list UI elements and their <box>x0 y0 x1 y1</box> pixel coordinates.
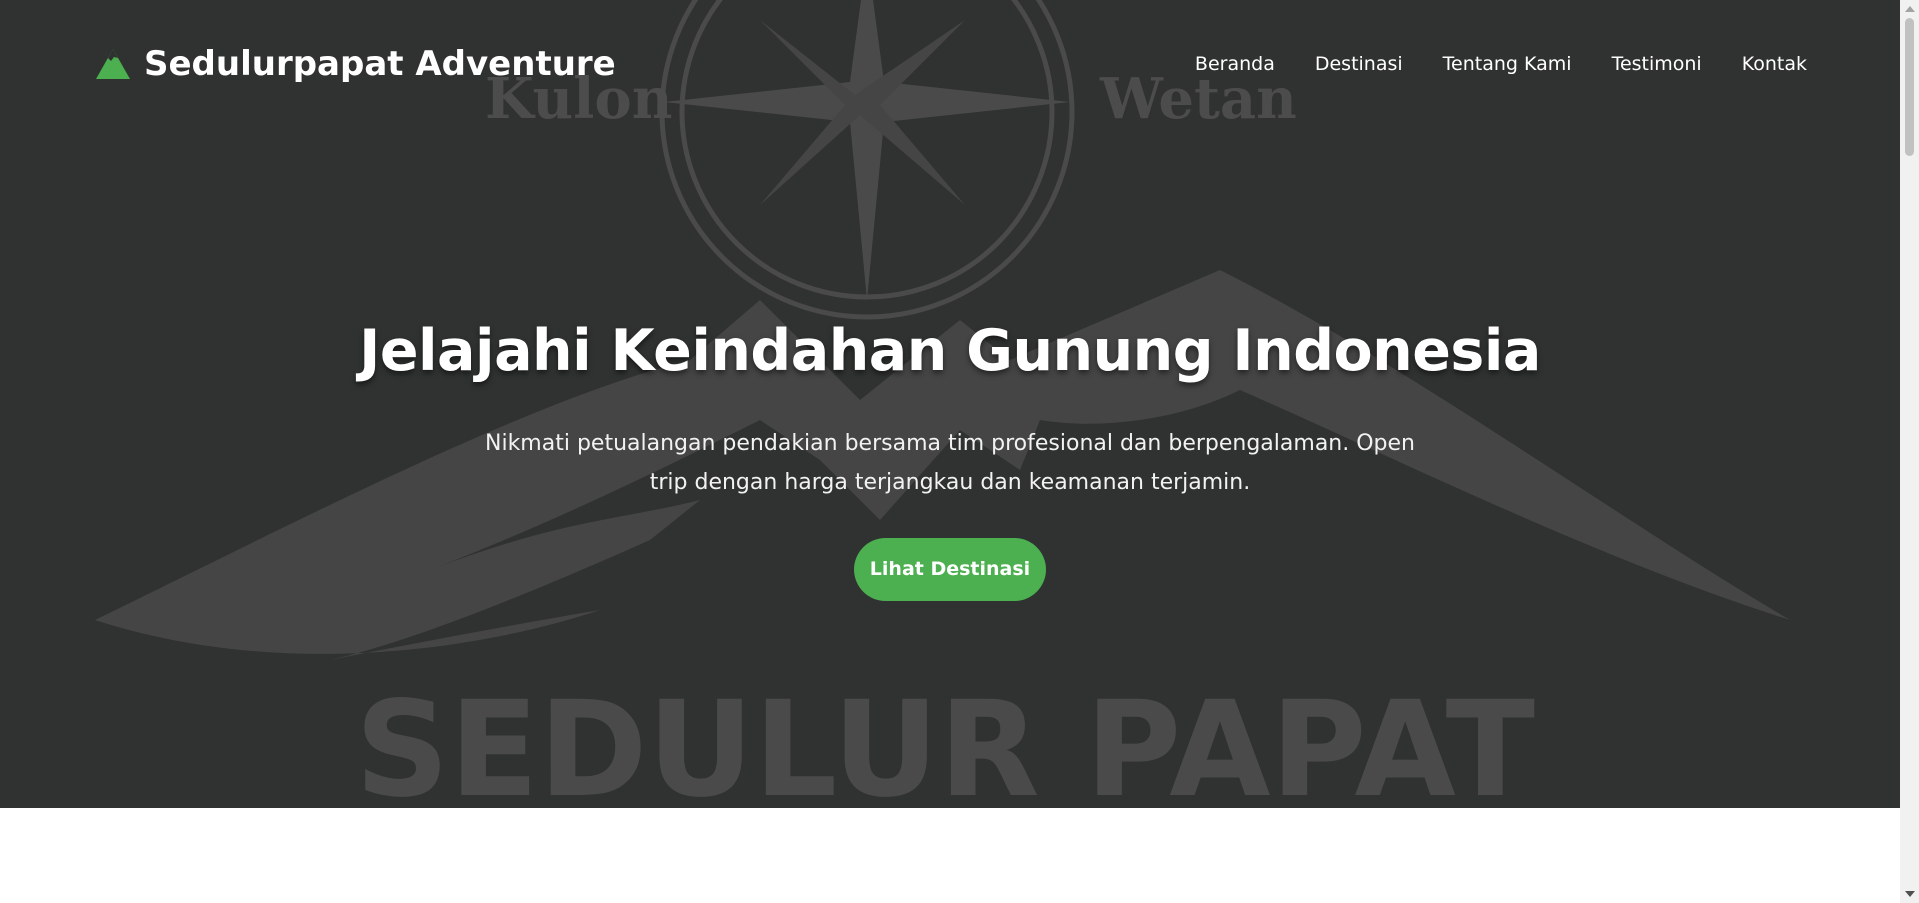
nav-menu: Beranda Destinasi Tentang Kami Testimoni… <box>1195 53 1807 75</box>
scrollbar-thumb[interactable] <box>1905 18 1914 156</box>
nav-link-tentang-kami[interactable]: Tentang Kami <box>1443 53 1572 75</box>
watermark-big-text: SEDULUR PAPAT <box>355 673 1535 808</box>
nav-link-testimoni[interactable]: Testimoni <box>1612 53 1702 75</box>
hero-title: Jelajahi Keindahan Gunung Indonesia <box>359 318 1541 384</box>
nav-link-beranda[interactable]: Beranda <box>1195 53 1275 75</box>
navbar: Sedulurpapat Adventure Beranda Destinasi… <box>0 0 1900 135</box>
scroll-up-arrow-icon[interactable] <box>1905 6 1915 12</box>
nav-link-kontak[interactable]: Kontak <box>1742 53 1807 75</box>
scroll-down-arrow-icon[interactable] <box>1905 891 1915 897</box>
vertical-scrollbar[interactable] <box>1900 0 1919 903</box>
brand-name: Sedulurpapat Adventure <box>144 44 616 84</box>
view-destinations-button[interactable]: Lihat Destinasi <box>854 538 1046 601</box>
hero-section: Kulon Wetan SEDULUR PAPAT Sedulurpapat A… <box>0 0 1900 808</box>
brand-logo[interactable]: Sedulurpapat Adventure <box>95 44 616 84</box>
nav-link-destinasi[interactable]: Destinasi <box>1315 53 1403 75</box>
hero-subtitle: Nikmati petualangan pendakian bersama ti… <box>485 431 1415 495</box>
hero-content: Jelajahi Keindahan Gunung Indonesia Nikm… <box>0 318 1900 601</box>
mountain-icon <box>96 49 130 79</box>
